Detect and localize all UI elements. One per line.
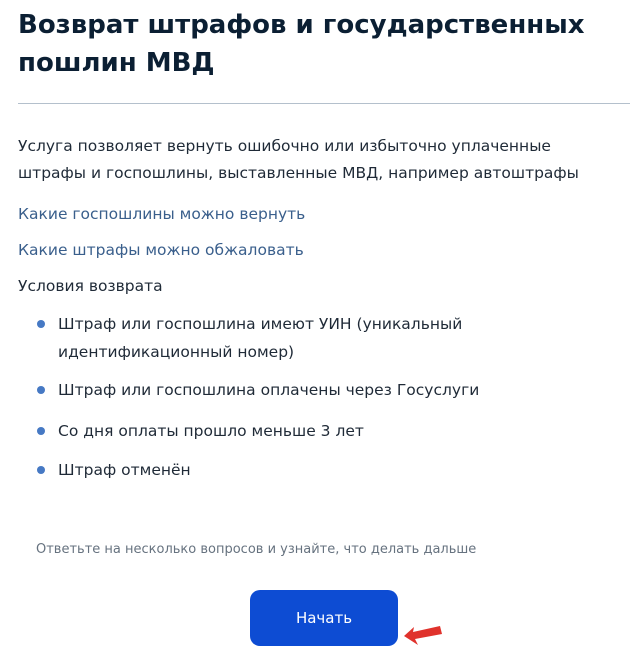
service-page: Возврат штрафов и государственных пошлин…: [0, 0, 643, 658]
start-button[interactable]: Начать: [250, 590, 398, 646]
condition-text: Штраф или госпошлина оплачены через Госу…: [58, 381, 480, 399]
bullet-icon: [37, 466, 45, 474]
bullet-icon: [37, 427, 45, 435]
title-divider: [18, 103, 630, 104]
service-description: Услуга позволяет вернуть ошибочно или из…: [18, 137, 579, 182]
page-title: Возврат штрафов и государственных пошлин…: [18, 10, 585, 78]
questions-hint: Ответьте на несколько вопросов и узнайте…: [36, 542, 477, 557]
link-refundable-fees[interactable]: Какие госпошлины можно вернуть: [18, 203, 305, 225]
red-arrow-icon: [404, 626, 442, 645]
condition-text: Штраф или госпошлина имеют УИН (уникальн…: [58, 315, 463, 361]
conditions-title: Условия возврата: [18, 277, 163, 295]
condition-text: Со дня оплаты прошло меньше 3 лет: [58, 422, 364, 440]
bullet-icon: [37, 320, 45, 328]
bullet-icon: [37, 386, 45, 394]
link-appealable-fines[interactable]: Какие штрафы можно обжаловать: [18, 239, 304, 261]
condition-text: Штраф отменён: [58, 461, 191, 479]
